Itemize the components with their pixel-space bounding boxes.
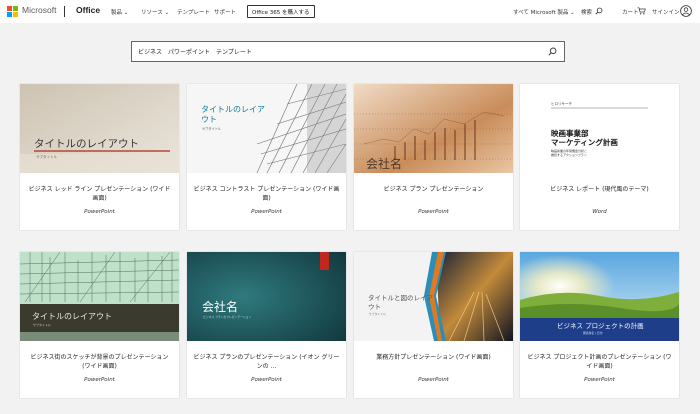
top-navigation-bar: Microsoft Office 製品 ⌄ リソース ⌄ テンプレート サポート… (0, 0, 700, 23)
thumb-title: ビジネス プロジェクトの計画 (557, 321, 644, 330)
search-icon[interactable] (595, 7, 603, 15)
template-title[interactable]: ビジネス プロジェクト計画のプレゼンテーション (ワイド画面) (526, 353, 673, 371)
template-card-business-plan[interactable]: 会社名 ビジネス プラン プレゼンテーション PowerPoint (354, 84, 513, 230)
thumb-subtitle: ビジネス プランのプレゼンテーション (203, 315, 252, 319)
thumb-title-line1: タイトルのレイア (201, 105, 265, 114)
template-title[interactable]: ビジネス プラン プレゼンテーション (360, 185, 507, 194)
template-card-project-plan[interactable]: ビジネス プロジェクトの計画 発表者名 | 日付 ビジネス プロジェクト計画のプ… (520, 252, 679, 398)
template-thumbnail[interactable]: タイトルのレイア ウト サブタイトル (187, 84, 346, 173)
thumb-title-line1: 映画事業部 (551, 128, 589, 138)
template-card-red-line[interactable]: タイトルのレイアウト サブタイトル ビジネス レッド ライン プレゼンテーション… (20, 84, 179, 230)
thumb-title-line2: マーケティング計画 (551, 137, 618, 147)
search-input[interactable] (138, 45, 538, 58)
all-microsoft-products-menu[interactable]: すべて Microsoft 製品 ⌄ (513, 8, 575, 16)
thumb-subtitle: サブタイトル (202, 126, 222, 131)
brand-name[interactable]: Microsoft (22, 5, 56, 15)
nav-support[interactable]: サポート (214, 8, 236, 16)
account-icon[interactable] (680, 5, 692, 17)
template-app: PowerPoint (418, 209, 449, 215)
thumb-sub-line2: 推奨するアクションプラン (551, 152, 587, 157)
template-card-ion-green[interactable]: 会社名 ビジネス プランのプレゼンテーション ビジネス プランのプレゼンテーショ… (187, 252, 346, 398)
template-title[interactable]: ビジネス プランのプレゼンテーション (イオン グリーンの ... (193, 353, 340, 371)
template-thumbnail[interactable]: 会社名 (354, 84, 513, 173)
sign-in-link[interactable]: サインイン (652, 8, 680, 16)
header-divider (64, 6, 65, 17)
product-name[interactable]: Office (76, 5, 100, 15)
thumb-subtitle: サブタイトル (36, 154, 57, 159)
thumb-subtitle: サブタイトル (33, 322, 51, 327)
template-card-business-report[interactable]: ヒロリサーチ 映画事業部 マーケティング計画 映画産業の年間機会分析と 推奨する… (520, 84, 679, 230)
template-title[interactable]: ビジネス コントラスト プレゼンテーション (ワイド画面) (193, 185, 340, 203)
template-thumbnail[interactable]: ビジネス プロジェクトの計画 発表者名 | 日付 (520, 252, 679, 341)
thumb-subtitle: サブタイトル (369, 312, 386, 316)
header-search-link[interactable]: 検索 (581, 8, 592, 16)
thumb-title: 会社名 (202, 299, 238, 314)
template-card-business-strategy[interactable]: タイトルと図のレイア ウト サブタイトル 業務方針プレゼンテーション (ワイド画… (354, 252, 513, 398)
thumb-title-line2: ウト (201, 115, 217, 124)
search-submit-icon[interactable] (548, 47, 557, 56)
buy-office365-button[interactable]: Office 365 を購入する (247, 5, 315, 18)
template-card-city-sketch[interactable]: タイトルのレイアウト サブタイトル ビジネス街のスケッチが背景のプレゼンテーショ… (20, 252, 179, 398)
thumb-title: タイトルのレイアウト (34, 138, 139, 150)
template-thumbnail[interactable]: タイトルと図のレイア ウト サブタイトル (354, 252, 513, 341)
template-title[interactable]: ビジネス街のスケッチが背景のプレゼンテーション (ワイド画面) (26, 353, 173, 371)
template-app: Word (592, 209, 607, 215)
template-app: PowerPoint (84, 377, 115, 383)
template-title[interactable]: ビジネス レポート (現代風のテーマ) (526, 185, 673, 194)
cart-icon[interactable] (637, 7, 646, 15)
template-app: PowerPoint (251, 209, 282, 215)
thumb-title: タイトルのレイアウト (32, 312, 112, 321)
template-thumbnail[interactable]: 会社名 ビジネス プランのプレゼンテーション (187, 252, 346, 341)
template-app: PowerPoint (584, 377, 615, 383)
template-app: PowerPoint (251, 377, 282, 383)
template-thumbnail[interactable]: ヒロリサーチ 映画事業部 マーケティング計画 映画産業の年間機会分析と 推奨する… (520, 84, 679, 173)
template-search-box[interactable] (131, 41, 565, 62)
thumb-title: 会社名 (366, 156, 402, 171)
nav-products[interactable]: 製品 ⌄ (111, 8, 128, 16)
template-card-contrast[interactable]: タイトルのレイア ウト サブタイトル ビジネス コントラスト プレゼンテーション… (187, 84, 346, 230)
nav-templates[interactable]: テンプレート (177, 8, 210, 16)
thumb-title-line2: ウト (368, 303, 381, 311)
template-app: PowerPoint (84, 209, 115, 215)
template-thumbnail[interactable]: タイトルのレイアウト サブタイトル (20, 252, 179, 341)
template-title[interactable]: ビジネス レッド ライン プレゼンテーション (ワイド画面) (26, 185, 173, 203)
template-app: PowerPoint (418, 377, 449, 383)
thumb-title-line1: タイトルと図のレイア (368, 293, 434, 302)
microsoft-logo-icon[interactable] (7, 6, 18, 17)
thumb-subtitle: 発表者名 | 日付 (583, 331, 603, 335)
thumb-label: ヒロリサーチ (551, 101, 572, 106)
nav-resources[interactable]: リソース ⌄ (141, 8, 169, 16)
template-thumbnail[interactable]: タイトルのレイアウト サブタイトル (20, 84, 179, 173)
template-title[interactable]: 業務方針プレゼンテーション (ワイド画面) (360, 353, 507, 362)
